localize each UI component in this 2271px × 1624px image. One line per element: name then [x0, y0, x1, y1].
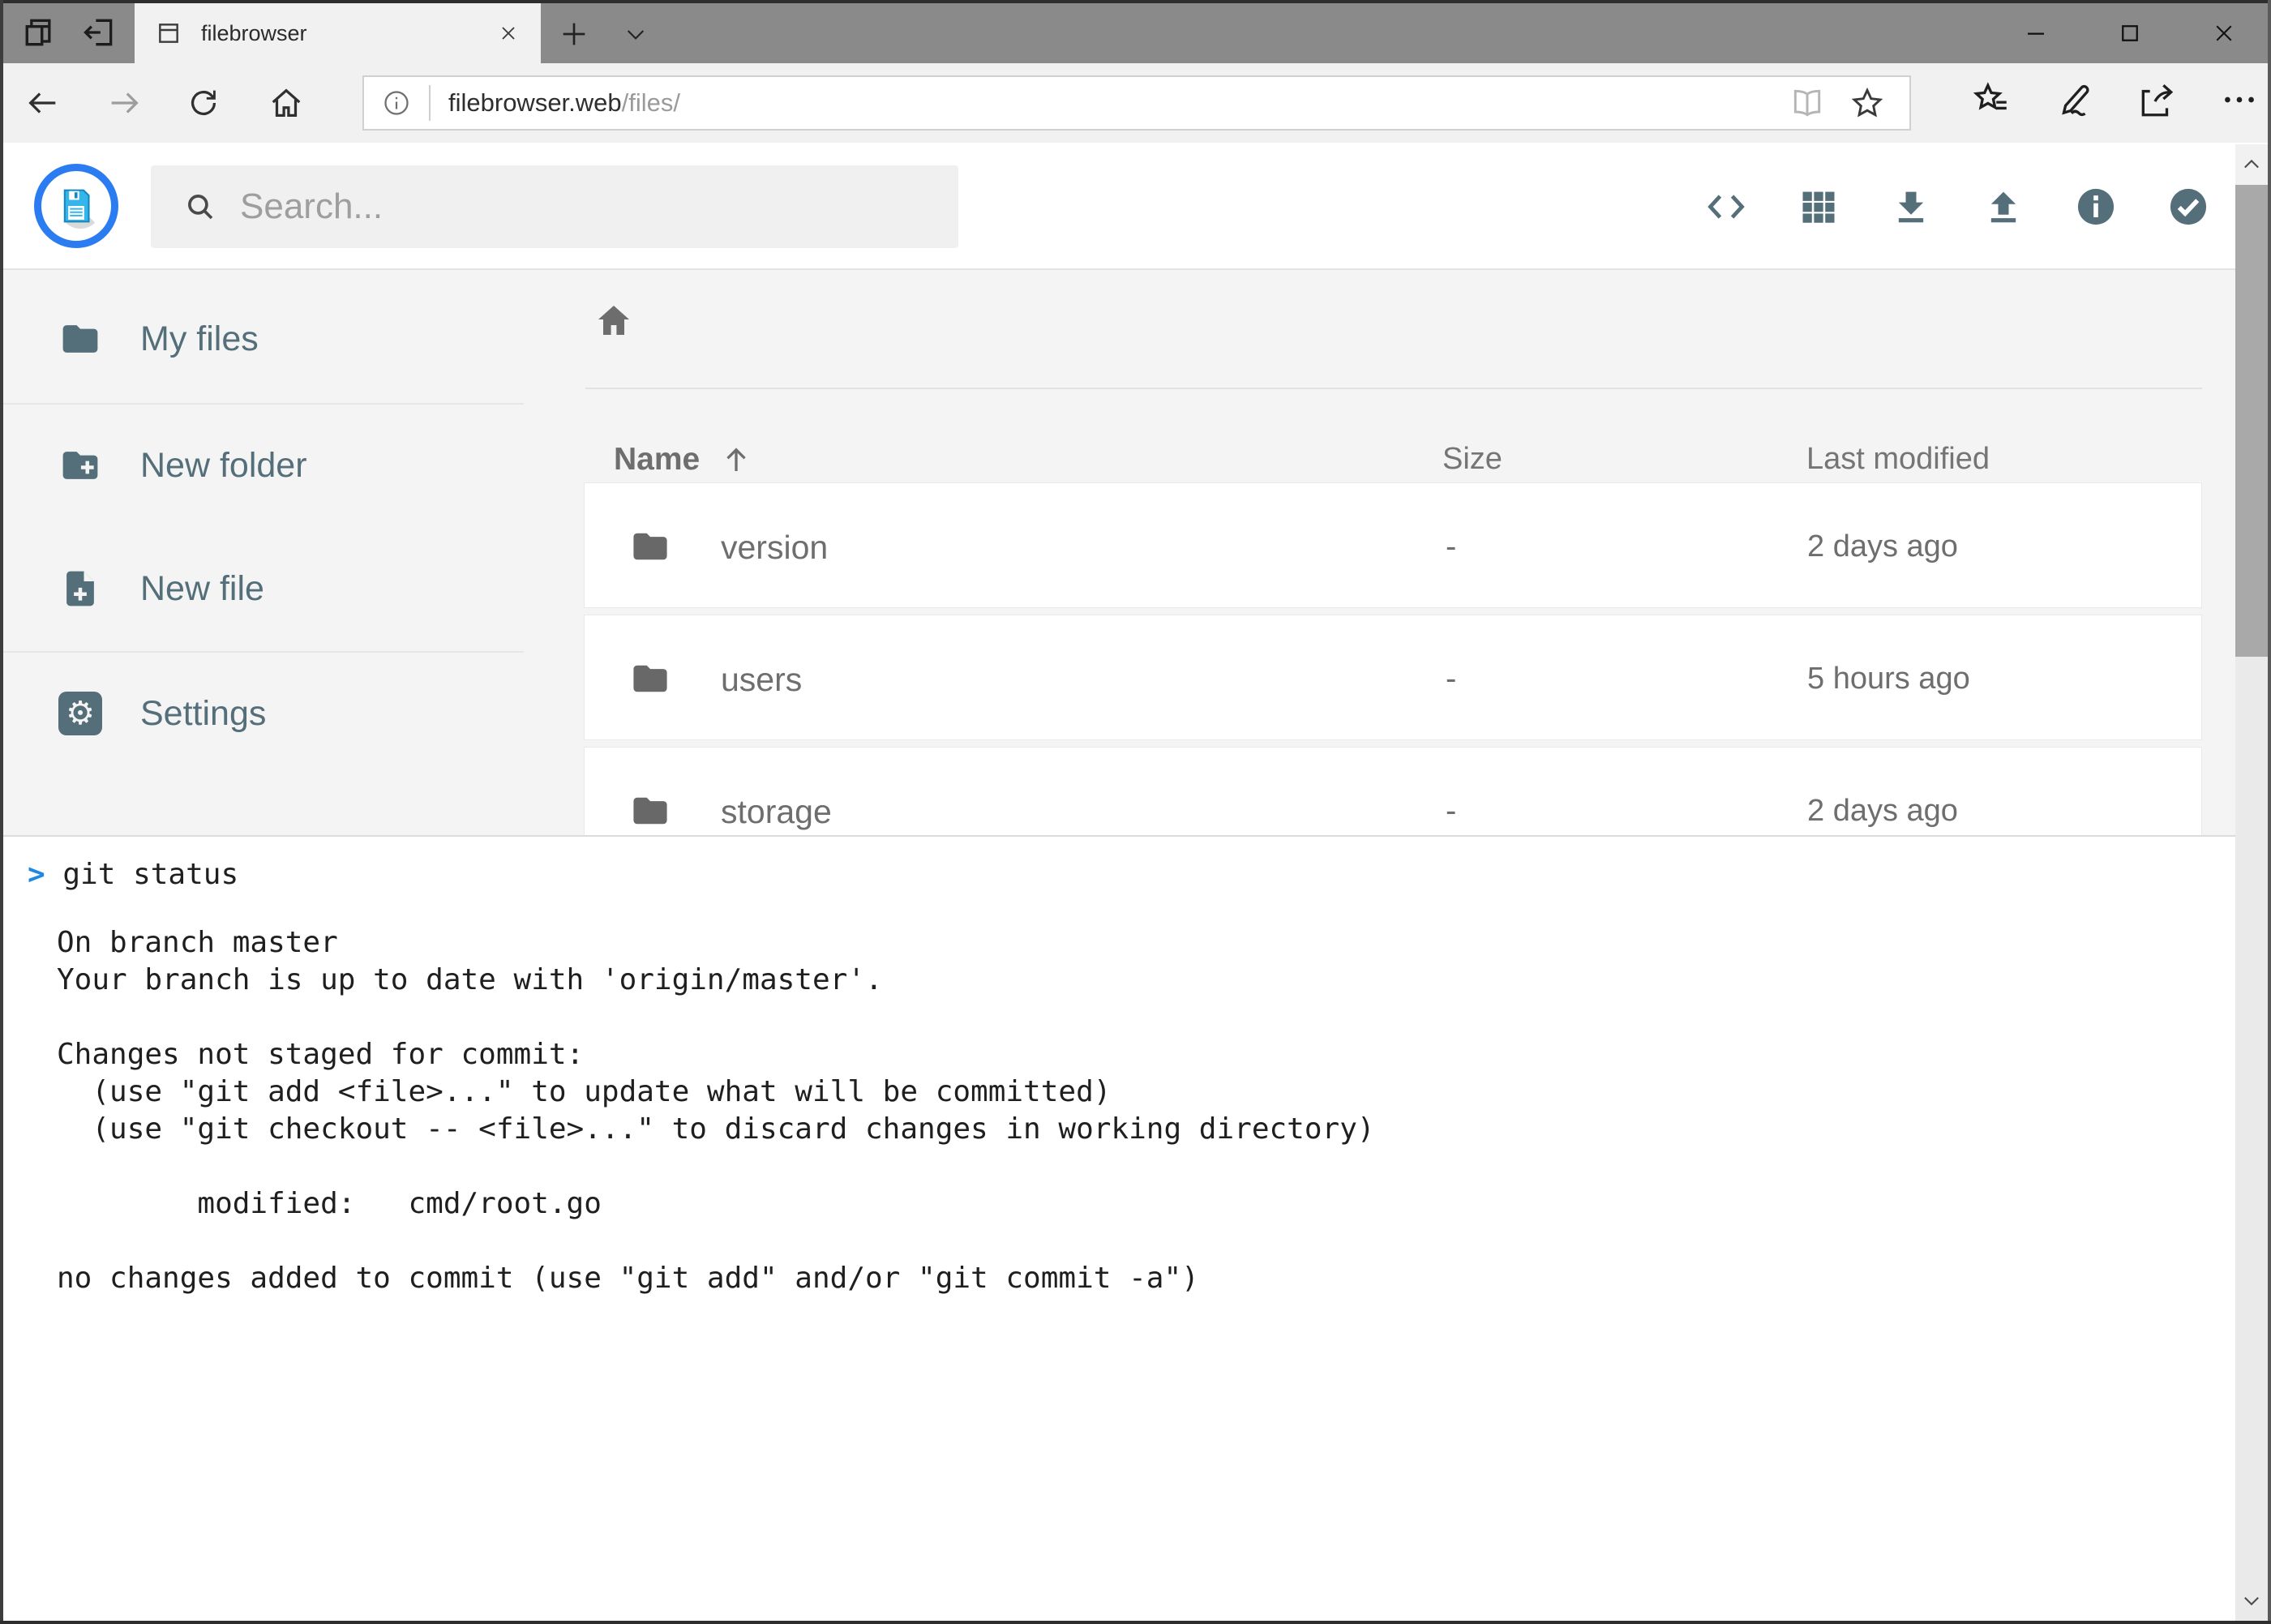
terminal-command: git status — [62, 858, 238, 891]
sidebar: My files New folder New file — [3, 270, 524, 835]
site-info-icon[interactable] — [382, 88, 411, 118]
file-name: storage — [721, 793, 832, 831]
search-box[interactable] — [151, 165, 958, 248]
new-tab-button[interactable] — [558, 18, 590, 50]
folder-icon — [629, 525, 671, 568]
page-favicon-icon — [156, 20, 182, 46]
terminal-panel[interactable]: > git status On branch master Your branc… — [3, 835, 2235, 1621]
refresh-icon[interactable] — [185, 84, 222, 122]
page-scrollbar[interactable] — [2235, 144, 2268, 1621]
more-options-icon[interactable] — [2219, 79, 2260, 120]
sidebar-item-label: Settings — [140, 694, 266, 734]
address-bar[interactable]: filebrowser.web/files/ — [362, 75, 1911, 131]
sidebar-divider — [3, 403, 524, 405]
home-nav-icon[interactable] — [268, 84, 305, 122]
sidebar-item-label: My files — [140, 319, 259, 359]
maximize-button[interactable] — [2083, 3, 2177, 63]
terminal-command-line: > git status — [28, 856, 238, 893]
minimize-button[interactable] — [1989, 3, 2083, 63]
filebrowser-logo[interactable] — [34, 164, 118, 248]
folder-icon — [629, 790, 671, 832]
file-name: version — [721, 529, 828, 567]
ink-pen-icon[interactable] — [2054, 79, 2094, 120]
folder-icon — [58, 317, 102, 361]
folder-icon — [629, 658, 671, 700]
sort-ascending-icon — [719, 443, 753, 477]
browser-toolbar: filebrowser.web/files/ — [0, 63, 2271, 143]
tab-preview-icon[interactable] — [21, 15, 57, 50]
file-size: - — [1446, 793, 1456, 829]
file-name: users — [721, 661, 802, 699]
file-size: - — [1446, 529, 1456, 565]
window-border-left — [0, 0, 3, 1624]
check-circle-icon[interactable] — [2167, 186, 2209, 228]
share-icon[interactable] — [2136, 79, 2177, 120]
sidebar-item-new-folder[interactable]: New folder — [3, 408, 524, 523]
file-listing: Name Size Last modified version - 2 days… — [584, 270, 2202, 835]
code-icon[interactable] — [1705, 186, 1747, 228]
reading-view-icon[interactable] — [1789, 85, 1825, 121]
column-header-size[interactable]: Size — [1442, 442, 1502, 477]
file-modified: 2 days ago — [1807, 529, 1958, 564]
window-border-bottom — [0, 1621, 2271, 1624]
close-window-button[interactable] — [2177, 3, 2271, 63]
forward-icon[interactable] — [105, 84, 143, 122]
terminal-output: On branch master Your branch is up to da… — [57, 924, 1375, 1297]
url-path[interactable]: /files/ — [622, 88, 680, 118]
favorite-star-icon[interactable] — [1849, 85, 1885, 121]
active-tab[interactable]: filebrowser — [135, 3, 541, 63]
sidebar-item-settings[interactable]: ⚙ Settings — [3, 656, 524, 771]
download-icon[interactable] — [1890, 186, 1932, 228]
info-icon[interactable] — [2075, 186, 2117, 228]
file-size: - — [1446, 661, 1456, 697]
sidebar-item-my-files[interactable]: My files — [3, 281, 524, 396]
file-row-users[interactable]: users - 5 hours ago — [584, 615, 2202, 740]
column-header-name[interactable]: Name — [614, 442, 753, 478]
breadcrumb-home-icon[interactable] — [594, 301, 633, 340]
url-separator — [429, 85, 431, 121]
grid-view-icon[interactable] — [1798, 186, 1840, 228]
window-border-right — [2268, 0, 2271, 1624]
scrollbar-thumb[interactable] — [2235, 185, 2268, 657]
sidebar-item-new-file[interactable]: New file — [3, 531, 524, 646]
browser-window: filebrowser — [0, 0, 2271, 1624]
terminal-prompt: > — [28, 858, 45, 891]
search-input[interactable] — [238, 186, 958, 228]
tab-dropdown-icon[interactable] — [621, 21, 650, 47]
search-icon — [183, 190, 217, 224]
app-header — [3, 143, 2268, 270]
tab-bar: filebrowser — [0, 0, 2271, 63]
url-host[interactable]: filebrowser.web — [448, 88, 622, 118]
listing-divider — [585, 388, 2202, 389]
file-modified: 2 days ago — [1807, 794, 1958, 829]
sidebar-item-label: New folder — [140, 446, 307, 486]
file-modified: 5 hours ago — [1807, 662, 1970, 696]
settings-icon: ⚙ — [58, 692, 102, 735]
sidebar-divider — [3, 651, 524, 653]
scroll-down-icon[interactable] — [2235, 1580, 2268, 1621]
favorites-hub-icon[interactable] — [1971, 79, 2012, 120]
tab-title: filebrowser — [201, 21, 497, 46]
sidebar-item-label: New file — [140, 569, 264, 609]
upload-icon[interactable] — [1982, 186, 2025, 228]
column-header-modified[interactable]: Last modified — [1806, 442, 1990, 477]
new-file-icon — [58, 567, 102, 611]
window-controls — [1989, 3, 2271, 63]
set-tabs-aside-icon[interactable] — [81, 15, 117, 50]
window-border-top — [0, 0, 2271, 3]
tab-close-icon[interactable] — [497, 22, 520, 45]
back-icon[interactable] — [24, 84, 62, 122]
create-new-folder-icon — [58, 443, 102, 487]
scroll-up-icon[interactable] — [2235, 144, 2268, 185]
header-actions — [1655, 143, 2209, 270]
file-row-version[interactable]: version - 2 days ago — [584, 482, 2202, 608]
